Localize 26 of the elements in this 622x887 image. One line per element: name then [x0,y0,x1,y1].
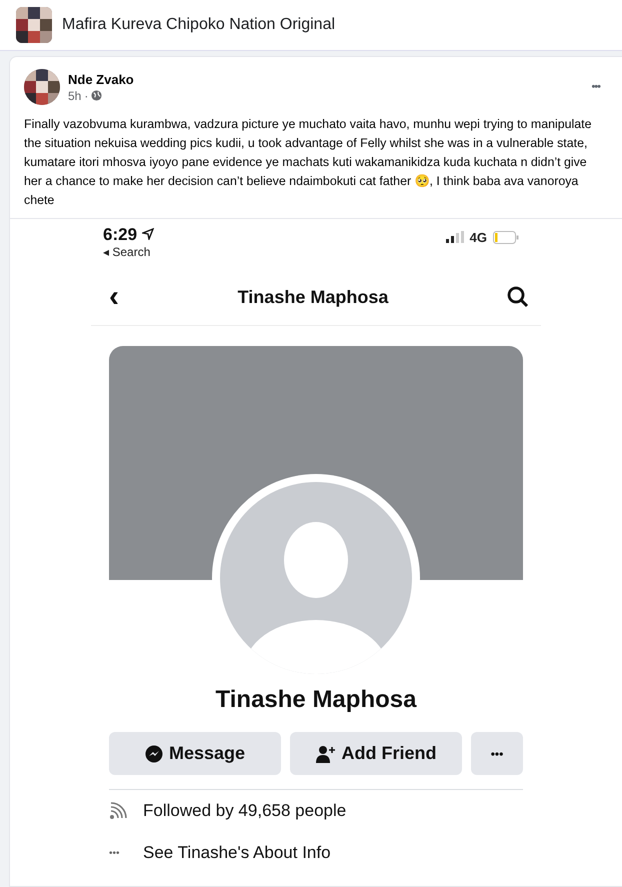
network-type: 4G [470,230,487,244]
back-to-search-link[interactable]: ◂ Search [103,245,154,259]
rss-icon [109,802,129,820]
search-icon[interactable] [507,286,529,308]
more-icon: ••• [109,848,129,858]
add-person-icon [316,744,336,762]
add-friend-button[interactable]: Add Friend [290,732,462,775]
more-options-icon[interactable]: ••• [591,81,600,93]
profile-title: Tinashe Maphosa [238,286,388,308]
post-text: Finally vazobvuma kurambwa, vadzura picture ye muchato vaita havo, munhu wepi trying to manipulate the situation nekuisa wedding pics kudii, u took advantage of Felly whilst she was in a vulnerable state, kumatare itori mhosva iyoyo pane evidence ye machats kuti wakamanikidza kuda kuchata n didn’t give her a chance to make her decision can’t believe ndaimbokuti cat father 🥺, I think baba ava vanoroya chete [24,116,593,209]
author-name[interactable]: Nde Zvako [68,72,584,86]
battery-icon [493,230,519,244]
post-time[interactable]: 5h [68,88,82,102]
followers-count: Followed by 49,658 people [143,801,346,821]
profile-name: Tinashe Maphosa [216,686,416,714]
about-info-link[interactable]: See Tinashe's About Info [143,843,331,863]
back-chevron[interactable]: ‹ [109,282,119,312]
message-button[interactable]: Message [109,732,281,775]
globe-icon [91,90,102,101]
separator: · [84,88,88,102]
signal-icon [446,231,464,243]
location-arrow-icon [142,228,154,240]
messenger-icon [144,744,163,762]
status-time: 6:29 [103,225,154,245]
more-button[interactable]: ••• [471,732,523,775]
group-name[interactable]: Mafira Kureva Chipoko Nation Original [62,16,336,34]
